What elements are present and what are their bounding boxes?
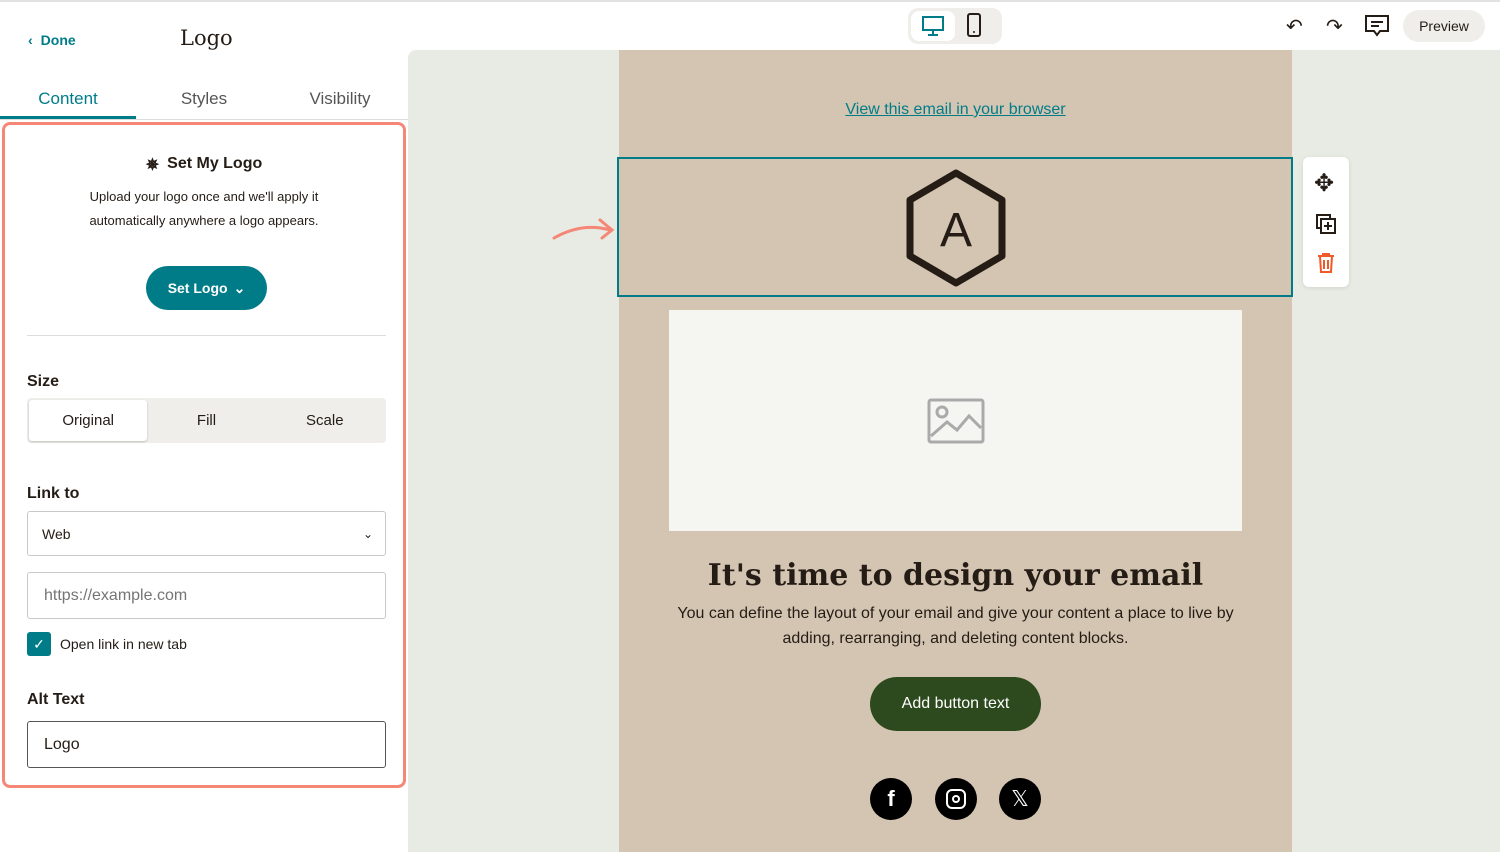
sparkle-icon: ✵ bbox=[145, 157, 160, 174]
email-preview: View this email in your browser A It's t… bbox=[617, 50, 1293, 852]
logo-image: A bbox=[906, 169, 1006, 287]
chevron-left-icon: ‹ bbox=[28, 32, 33, 48]
undo-icon[interactable]: ↶ bbox=[1286, 14, 1303, 39]
chevron-down-icon: ⌄ bbox=[362, 526, 373, 541]
svg-text:A: A bbox=[940, 204, 972, 257]
set-logo-desc: automatically anywhere a logo appears. bbox=[89, 213, 319, 228]
social-icons: f 𝕏 bbox=[870, 778, 1041, 820]
block-actions: ✥ bbox=[1303, 157, 1349, 287]
image-placeholder[interactable] bbox=[669, 310, 1242, 531]
set-logo-desc: Upload your logo once and we'll apply it bbox=[89, 189, 319, 204]
mobile-icon bbox=[967, 13, 981, 37]
view-in-browser-link[interactable]: View this email in your browser bbox=[619, 101, 1292, 119]
page-title: Logo bbox=[180, 26, 233, 50]
divider bbox=[27, 335, 386, 336]
tabs: Content Styles Visibility bbox=[0, 80, 408, 120]
comment-icon[interactable] bbox=[1364, 14, 1390, 38]
redo-icon[interactable]: ↷ bbox=[1326, 14, 1343, 39]
facebook-icon[interactable]: f bbox=[870, 778, 912, 820]
preview-button[interactable]: Preview bbox=[1403, 10, 1485, 42]
alt-text-input[interactable]: Logo bbox=[27, 721, 386, 768]
toolbar: ↶ ↷ Preview bbox=[408, 2, 1500, 50]
image-icon bbox=[927, 398, 985, 444]
arrow-pointer-icon bbox=[552, 218, 615, 240]
size-original[interactable]: Original bbox=[29, 400, 148, 441]
desktop-icon bbox=[922, 16, 944, 36]
desktop-view-button[interactable] bbox=[911, 11, 955, 41]
url-input[interactable] bbox=[27, 572, 386, 619]
sidebar: ‹ Done Logo Content Styles Visibility ✵ Se… bbox=[0, 2, 408, 852]
content-panel: ✵ Set My Logo Upload your logo once and w… bbox=[2, 122, 406, 788]
link-type-select[interactable]: Web ⌄ bbox=[27, 511, 386, 556]
tab-visibility[interactable]: Visibility bbox=[272, 80, 408, 119]
alt-text-label: Alt Text bbox=[27, 691, 85, 708]
mobile-view-button[interactable] bbox=[966, 13, 982, 42]
tab-styles[interactable]: Styles bbox=[136, 80, 272, 119]
size-label: Size bbox=[27, 373, 60, 390]
size-fill[interactable]: Fill bbox=[147, 400, 265, 441]
email-heading: It's time to design your email bbox=[707, 558, 1204, 593]
email-body: You can define the layout of your email … bbox=[677, 605, 1234, 622]
trash-icon[interactable] bbox=[1316, 252, 1336, 274]
logo-block-selected[interactable]: A bbox=[617, 157, 1293, 297]
email-body: adding, rearranging, and deleting conten… bbox=[782, 630, 1129, 647]
view-toggle bbox=[908, 8, 1002, 44]
link-to-label: Link to bbox=[27, 485, 80, 502]
x-icon[interactable]: 𝕏 bbox=[999, 778, 1041, 820]
cta-button[interactable]: Add button text bbox=[870, 677, 1041, 731]
instagram-icon[interactable] bbox=[934, 778, 977, 820]
size-selector: Original Fill Scale bbox=[27, 398, 386, 443]
tab-content[interactable]: Content bbox=[0, 80, 136, 119]
set-logo-heading: ✵ Set My Logo bbox=[145, 155, 263, 174]
move-icon[interactable]: ✥ bbox=[1314, 169, 1334, 198]
new-tab-checkbox-row[interactable]: ✓ Open link in new tab bbox=[27, 632, 187, 656]
checkbox-checked-icon[interactable]: ✓ bbox=[27, 632, 51, 656]
set-logo-button[interactable]: Set Logo ⌄ bbox=[146, 266, 267, 310]
chevron-down-icon: ⌄ bbox=[233, 279, 246, 296]
size-scale[interactable]: Scale bbox=[266, 400, 384, 441]
done-button[interactable]: ‹ Done bbox=[28, 32, 76, 48]
duplicate-icon[interactable] bbox=[1315, 213, 1337, 235]
